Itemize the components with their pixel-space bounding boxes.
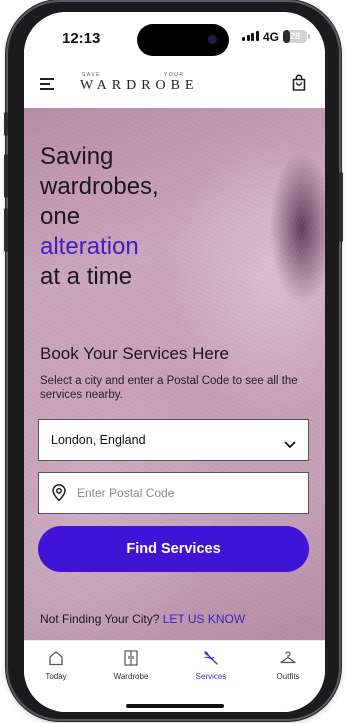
action-button <box>4 112 8 136</box>
status-bar: 12:13 4G 28 <box>24 12 325 60</box>
tab-wardrobe[interactable]: Wardrobe <box>101 649 161 681</box>
network-type: 4G <box>263 30 280 44</box>
headline-line: wardrobes, <box>40 173 159 200</box>
city-select-value: London, England <box>51 433 146 447</box>
let-us-know-link[interactable]: LET US KNOW <box>163 612 245 626</box>
tab-label: Services <box>195 672 227 681</box>
hero-headline: Saving wardrobes, one alteration at a ti… <box>40 142 159 292</box>
brand-logo[interactable]: SAVE YOUR WARDROBE <box>80 72 240 98</box>
city-select[interactable]: London, England <box>38 419 309 461</box>
chevron-down-icon <box>284 436 296 454</box>
headline-line: one <box>40 203 81 230</box>
headline-accent: alteration <box>40 233 139 260</box>
home-indicator[interactable] <box>126 704 224 708</box>
volume-down-button <box>4 208 8 252</box>
dynamic-island <box>137 24 229 56</box>
logo-wordmark: WARDROBE <box>80 78 199 93</box>
tab-today[interactable]: Today <box>26 649 86 681</box>
tab-outfits[interactable]: Outfits <box>258 649 318 681</box>
book-services-description: Select a city and enter a Postal Code to… <box>40 375 298 401</box>
tab-label: Wardrobe <box>113 672 149 681</box>
today-icon <box>47 649 65 667</box>
camera-dot <box>208 35 217 44</box>
headline-line: Saving <box>40 143 114 170</box>
find-services-button[interactable]: Find Services <box>38 526 309 572</box>
app-header: SAVE YOUR WARDROBE <box>24 60 325 108</box>
tab-label: Outfits <box>276 672 300 681</box>
postal-code-input[interactable] <box>77 484 297 502</box>
hanger-icon <box>279 649 297 667</box>
battery-tip <box>308 34 310 39</box>
not-finding-city-text: Not Finding Your City? <box>40 612 160 626</box>
hero-section: Saving wardrobes, one alteration at a ti… <box>24 108 325 640</box>
signal-icon <box>242 31 259 41</box>
wardrobe-icon <box>122 649 140 667</box>
bottom-tab-bar: Today Wardrobe Services Outfits <box>24 640 325 712</box>
needle-thread-icon <box>202 649 220 667</box>
tab-services[interactable]: Services <box>181 649 241 681</box>
battery-level: 28 <box>289 31 300 41</box>
shopping-bag-icon[interactable] <box>290 74 308 92</box>
not-finding-city-note: Not Finding Your City? LET US KNOW <box>40 612 245 626</box>
app-screen: 12:13 4G 28 SAVE YOUR WARDROBE Saving wa… <box>24 12 325 712</box>
postal-code-field[interactable] <box>38 472 309 514</box>
book-services-title: Book Your Services Here <box>40 344 229 363</box>
volume-up-button <box>4 154 8 198</box>
status-time: 12:13 <box>62 30 101 47</box>
power-button <box>339 172 343 242</box>
battery-icon: 28 <box>283 30 307 43</box>
tab-label: Today <box>45 672 67 681</box>
location-pin-icon <box>51 484 67 502</box>
hamburger-menu-icon[interactable] <box>40 78 54 90</box>
headline-line: at a time <box>40 263 133 290</box>
